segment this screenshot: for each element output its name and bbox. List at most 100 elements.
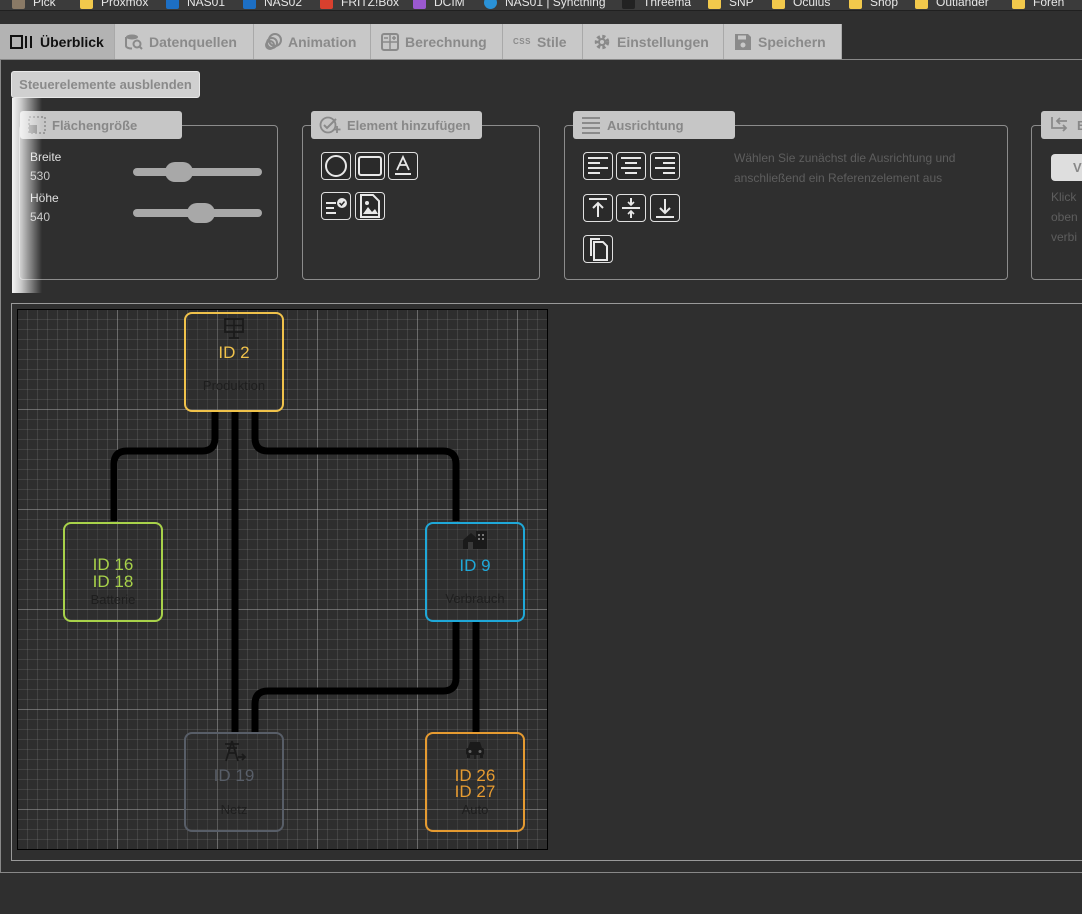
width-label: Breite (30, 150, 62, 164)
fritz-icon (320, 0, 333, 9)
copy-style-button[interactable] (583, 235, 613, 263)
tab-berechnung[interactable]: Berechnung (371, 24, 503, 59)
datasource-icon (125, 33, 143, 51)
image-file-icon (360, 194, 380, 218)
area-size-legend: Flächengröße (20, 111, 182, 139)
add-circle-button[interactable] (321, 152, 351, 180)
rectangle-icon (358, 156, 382, 176)
align-right-icon (655, 157, 675, 174)
tab-speichern[interactable]: Speichern (724, 24, 842, 59)
tab-stile[interactable]: CSS Stile (503, 24, 583, 59)
align-middle-button[interactable] (616, 194, 646, 222)
node-id: ID 2 (218, 343, 250, 362)
node-label: Produktion (202, 378, 266, 393)
circle-icon (325, 155, 347, 177)
save-icon (734, 33, 752, 51)
node-id: ID 27 (454, 782, 496, 801)
node-id: ID 9 (459, 556, 491, 575)
folder-icon (708, 0, 721, 9)
height-value: 540 (30, 210, 51, 224)
connection-icon (1049, 116, 1071, 134)
align-left-icon (588, 157, 608, 174)
node-id: ID 18 (92, 572, 134, 591)
width-slider[interactable] (133, 168, 262, 176)
align-right-button[interactable] (650, 152, 680, 180)
alignment-legend: Ausrichtung (573, 111, 735, 139)
folder-icon (772, 0, 785, 9)
bookmark-snp[interactable]: SNP (708, 0, 754, 10)
bookmark-threema[interactable]: Threema (622, 0, 691, 10)
animation-icon (264, 32, 282, 51)
connections-button[interactable]: V (1051, 154, 1082, 181)
bookmark-fritzbox[interactable]: FRITZ!Box (320, 0, 399, 10)
wire-produktion-verbrauch (251, 410, 460, 521)
align-bottom-button[interactable] (650, 194, 680, 222)
height-slider-thumb[interactable] (186, 203, 215, 223)
align-top-icon (589, 198, 607, 217)
alignment-hint: Wählen Sie zunächst die Ausrichtung und … (734, 151, 956, 185)
bookmark-foren[interactable]: Foren (1012, 0, 1064, 10)
align-middle-icon (622, 198, 640, 218)
connections-legend: E (1041, 111, 1082, 139)
dsm-icon (166, 0, 179, 9)
add-rectangle-button[interactable] (355, 152, 385, 180)
wire-produktion-batterie (110, 410, 219, 521)
add-datapoint-button[interactable] (321, 192, 351, 220)
datapoint-list-icon (326, 198, 347, 214)
align-left-button[interactable] (583, 152, 613, 180)
node-auto[interactable]: ID 26 ID 27 Auto (425, 732, 525, 832)
bookmark-syncthing[interactable]: NAS01 | Syncthing (484, 0, 606, 10)
wire-verbrauch-netz (251, 621, 460, 732)
gear-icon (593, 33, 611, 51)
connections-hint: Klick oben verbi (1051, 190, 1078, 244)
tab-einstellungen[interactable]: Einstellungen (583, 24, 724, 59)
calculation-icon (381, 32, 399, 51)
bookmark-oculus[interactable]: Oculus (772, 0, 830, 10)
node-netz[interactable]: ID 19 Netz (184, 732, 284, 832)
overview-icon (10, 34, 34, 50)
align-bottom-icon (656, 199, 674, 218)
tab-datenquellen[interactable]: Datenquellen (115, 24, 254, 59)
align-center-button[interactable] (616, 152, 646, 180)
dsm-icon (243, 0, 256, 9)
folder-icon (1012, 0, 1025, 9)
add-image-button[interactable] (355, 192, 385, 220)
bookmark-nas02[interactable]: NAS02 (243, 0, 302, 10)
bookmark-proxmox[interactable]: Proxmox (80, 0, 148, 10)
add-text-button[interactable] (388, 152, 418, 180)
alignment-icon (581, 116, 601, 134)
bookmark-outlander[interactable]: Outlander (915, 0, 989, 10)
tab-bar: Überblick Datenquellen Animation Berechn… (0, 24, 1082, 60)
node-label: Verbrauch (445, 591, 505, 606)
width-slider-thumb[interactable] (165, 162, 194, 182)
tab-animation[interactable]: Animation (254, 24, 371, 59)
car-icon (427, 740, 523, 760)
bookmark-pick[interactable]: Pick (12, 0, 56, 10)
hide-controls-button[interactable]: Steuerelemente ausblenden (11, 71, 200, 98)
width-value: 530 (30, 169, 51, 183)
add-element-icon (319, 116, 341, 134)
solar-panel-icon (186, 318, 282, 340)
folder-icon (849, 0, 862, 9)
node-produktion[interactable]: ID 2 Produktion (184, 312, 284, 412)
bookmark-dcim[interactable]: DCIM (413, 0, 465, 10)
dcim-icon (413, 0, 426, 9)
bookmark-nas01[interactable]: NAS01 (166, 0, 225, 10)
house-icon (427, 530, 523, 550)
folder-icon (915, 0, 928, 9)
tab-ueberblick[interactable]: Überblick (0, 24, 115, 59)
copy-icon (590, 238, 608, 261)
align-top-button[interactable] (583, 194, 613, 222)
syncthing-icon (484, 0, 497, 9)
node-batterie[interactable]: ID 16 ID 18 Batterie (63, 522, 163, 622)
node-label: Auto (461, 802, 489, 817)
threema-icon (622, 0, 635, 9)
bookmark-shop[interactable]: Shop (849, 0, 898, 10)
power-grid-icon (186, 740, 282, 762)
node-verbrauch[interactable]: ID 9 Verbrauch (425, 522, 525, 622)
height-label: Höhe (30, 191, 59, 205)
text-icon (395, 155, 411, 175)
flow-canvas[interactable]: ID 2 Produktion ID 16 ID 18 Batterie ID … (17, 309, 548, 850)
bookmarks-bar: Pick Proxmox NAS01 NAS02 FRITZ!Box DCIM … (0, 0, 1082, 11)
add-element-legend: Element hinzufügen (311, 111, 482, 139)
